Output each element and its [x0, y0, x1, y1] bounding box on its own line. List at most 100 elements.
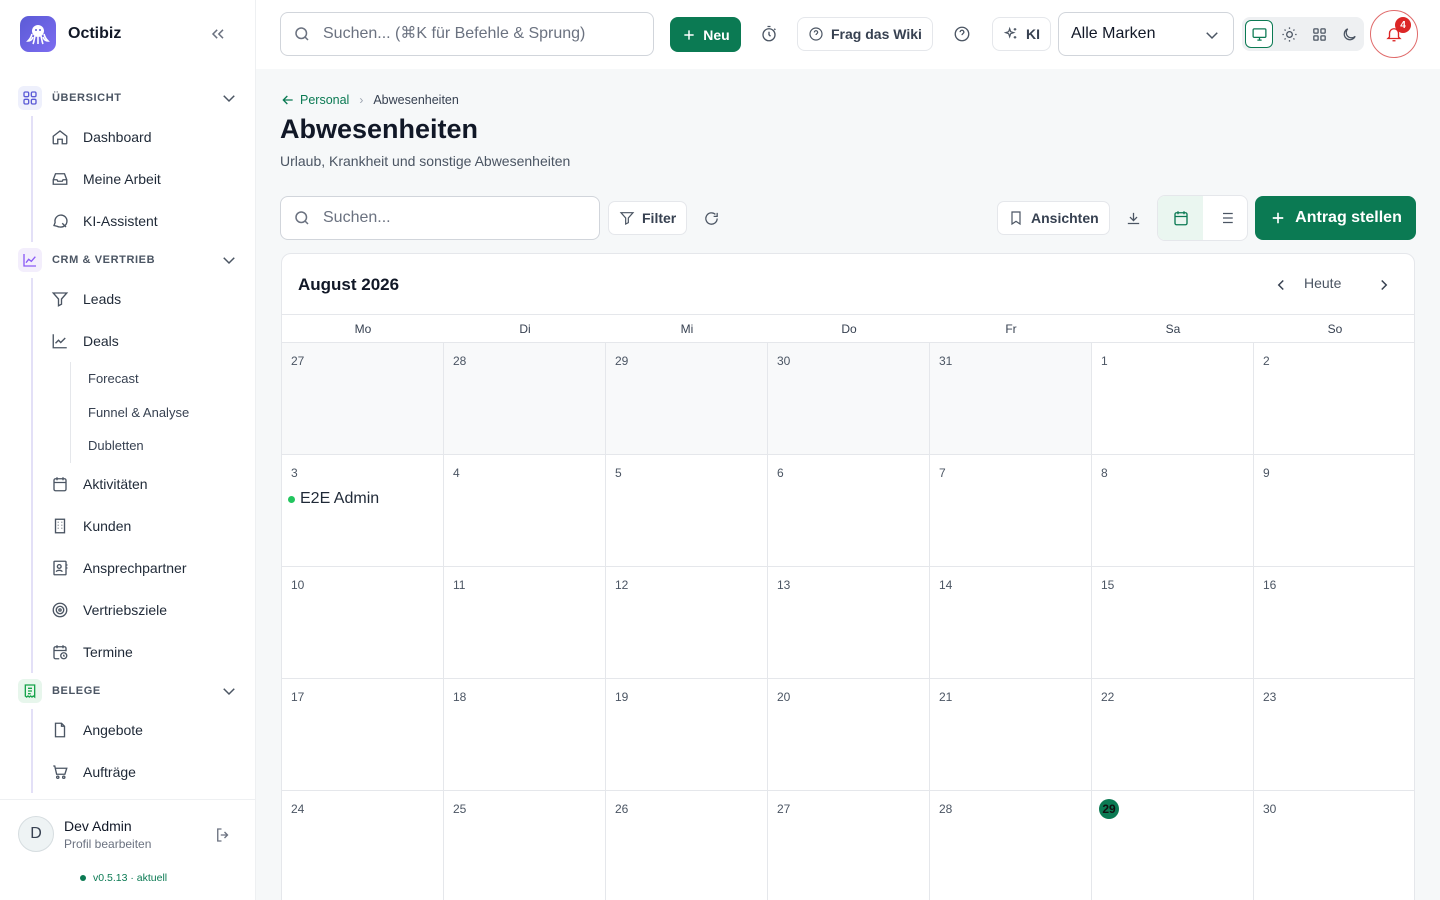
refresh-button[interactable]	[698, 205, 724, 231]
help-circle-icon	[809, 27, 823, 41]
breadcrumb-parent[interactable]: Personal	[280, 92, 349, 108]
calendar-day[interactable]: 30	[768, 343, 930, 455]
filter-label: Filter	[642, 210, 677, 226]
sidebar-subitem-forecast[interactable]: Forecast	[71, 362, 256, 396]
octopus-logo-icon	[20, 16, 56, 52]
chevron-down-icon	[1206, 32, 1218, 40]
logout-icon[interactable]	[214, 826, 232, 844]
calendar-day[interactable]: 26	[606, 791, 768, 900]
funnel-icon	[51, 292, 69, 307]
calendar-day[interactable]: 1	[1092, 343, 1254, 455]
calendar-day[interactable]: 18	[444, 679, 606, 791]
calendar-day[interactable]: 13	[768, 567, 930, 679]
calendar-day[interactable]: 15	[1092, 567, 1254, 679]
ask-wiki-button[interactable]: Frag das Wiki	[797, 17, 933, 51]
sidebar-item-termine[interactable]: Termine	[33, 631, 256, 673]
section-header-belege[interactable]: BELEGE	[0, 673, 256, 709]
global-search-input[interactable]	[323, 25, 643, 43]
calendar-day[interactable]: 29	[606, 343, 768, 455]
calendar-day[interactable]: 24	[282, 791, 444, 900]
sidebar-item-leads[interactable]: Leads	[33, 278, 256, 320]
calendar-view-button[interactable]	[1158, 196, 1203, 240]
calendar-day[interactable]: 11	[444, 567, 606, 679]
new-button-label: Neu	[703, 26, 730, 43]
calendar-day[interactable]: 31	[930, 343, 1092, 455]
sidebar-item-meine-arbeit[interactable]: Meine Arbeit	[33, 158, 256, 200]
calendar-day[interactable]: 27	[768, 791, 930, 900]
day-number: 11	[453, 578, 466, 592]
sidebar-item-ansprechpartner[interactable]: Ansprechpartner	[33, 547, 256, 589]
calendar-day[interactable]: 28	[444, 343, 606, 455]
brand[interactable]: Octibiz	[20, 16, 121, 52]
calendar-day[interactable]: 9	[1254, 455, 1414, 567]
views-button[interactable]: Ansichten	[997, 201, 1110, 235]
export-button[interactable]	[1120, 205, 1146, 231]
filter-button[interactable]: Filter	[608, 201, 688, 235]
sidebar-item-auftraege[interactable]: Aufträge	[33, 751, 256, 793]
status-dot	[80, 875, 86, 881]
calendar-day[interactable]: 30	[1254, 791, 1414, 900]
list-search[interactable]	[280, 196, 600, 240]
sidebar-subitem-dubletten[interactable]: Dubletten	[71, 429, 256, 463]
calendar-day[interactable]: 14	[930, 567, 1092, 679]
calendar-day[interactable]: 27	[282, 343, 444, 455]
absence-event[interactable]: E2E Admin	[288, 490, 379, 508]
chevron-down-icon[interactable]	[220, 89, 238, 107]
sidebar-item-deals[interactable]: Deals	[33, 320, 256, 362]
ai-button[interactable]: KI	[992, 17, 1051, 51]
section-header-crm[interactable]: CRM & VERTRIEB	[0, 242, 256, 278]
timer-button[interactable]	[755, 20, 783, 48]
chevron-down-icon[interactable]	[220, 682, 238, 700]
calendar-day[interactable]: 3 E2E Admin	[282, 455, 444, 567]
brand-select[interactable]: Alle Marken	[1058, 12, 1234, 56]
theme-grid-button[interactable]	[1305, 20, 1333, 48]
calendar-day[interactable]: 4	[444, 455, 606, 567]
notifications-button[interactable]: 4	[1370, 10, 1418, 58]
calendar-day[interactable]: 7	[930, 455, 1092, 567]
sidebar-item-vertriebsziele[interactable]: Vertriebsziele	[33, 589, 256, 631]
next-month-button[interactable]	[1372, 273, 1396, 297]
edit-profile-link[interactable]: Profil bearbeiten	[64, 837, 151, 851]
calendar-day[interactable]: 10	[282, 567, 444, 679]
prev-month-button[interactable]	[1269, 273, 1293, 297]
calendar-day[interactable]: 17	[282, 679, 444, 791]
calendar-day[interactable]: 8	[1092, 455, 1254, 567]
day-number: 28	[939, 802, 953, 816]
calendar-day[interactable]: 19	[606, 679, 768, 791]
chevron-down-icon[interactable]	[220, 251, 238, 269]
collapse-sidebar-icon[interactable]	[208, 24, 228, 44]
calendar-day[interactable]: 21	[930, 679, 1092, 791]
layout-grid-icon	[1312, 27, 1326, 41]
calendar-day[interactable]: 28	[930, 791, 1092, 900]
submit-request-button[interactable]: Antrag stellen	[1255, 196, 1416, 240]
list-search-input[interactable]	[323, 209, 593, 227]
theme-system-button[interactable]	[1245, 20, 1273, 48]
calendar-day[interactable]: 25	[444, 791, 606, 900]
weekday-header: So	[1327, 322, 1343, 336]
theme-light-button[interactable]	[1275, 20, 1303, 48]
plus-icon	[684, 29, 694, 40]
sidebar-item-angebote[interactable]: Angebote	[33, 709, 256, 751]
new-button[interactable]: Neu	[670, 17, 741, 52]
theme-dark-button[interactable]	[1335, 20, 1363, 48]
today-button[interactable]: Heute	[1304, 275, 1341, 291]
avatar[interactable]: D	[18, 816, 54, 852]
calendar-day[interactable]: 20	[768, 679, 930, 791]
calendar-day-today[interactable]: 29	[1092, 791, 1254, 900]
sidebar-item-kunden[interactable]: Kunden	[33, 505, 256, 547]
calendar-day[interactable]: 12	[606, 567, 768, 679]
list-view-button[interactable]	[1203, 196, 1247, 240]
calendar-day[interactable]: 2	[1254, 343, 1414, 455]
sidebar-item-aktivitaeten[interactable]: Aktivitäten	[33, 463, 256, 505]
calendar-day[interactable]: 5	[606, 455, 768, 567]
calendar-day[interactable]: 6	[768, 455, 930, 567]
help-button[interactable]	[948, 20, 976, 48]
sidebar-subitem-funnel[interactable]: Funnel & Analyse	[71, 396, 256, 430]
sidebar-item-ki-assistent[interactable]: KI-Assistent	[33, 200, 256, 242]
sidebar-item-dashboard[interactable]: Dashboard	[33, 116, 256, 158]
calendar-day[interactable]: 22	[1092, 679, 1254, 791]
section-header-uebersicht[interactable]: ÜBERSICHT	[0, 80, 256, 116]
calendar-day[interactable]: 23	[1254, 679, 1414, 791]
global-search[interactable]	[280, 12, 654, 56]
calendar-day[interactable]: 16	[1254, 567, 1414, 679]
